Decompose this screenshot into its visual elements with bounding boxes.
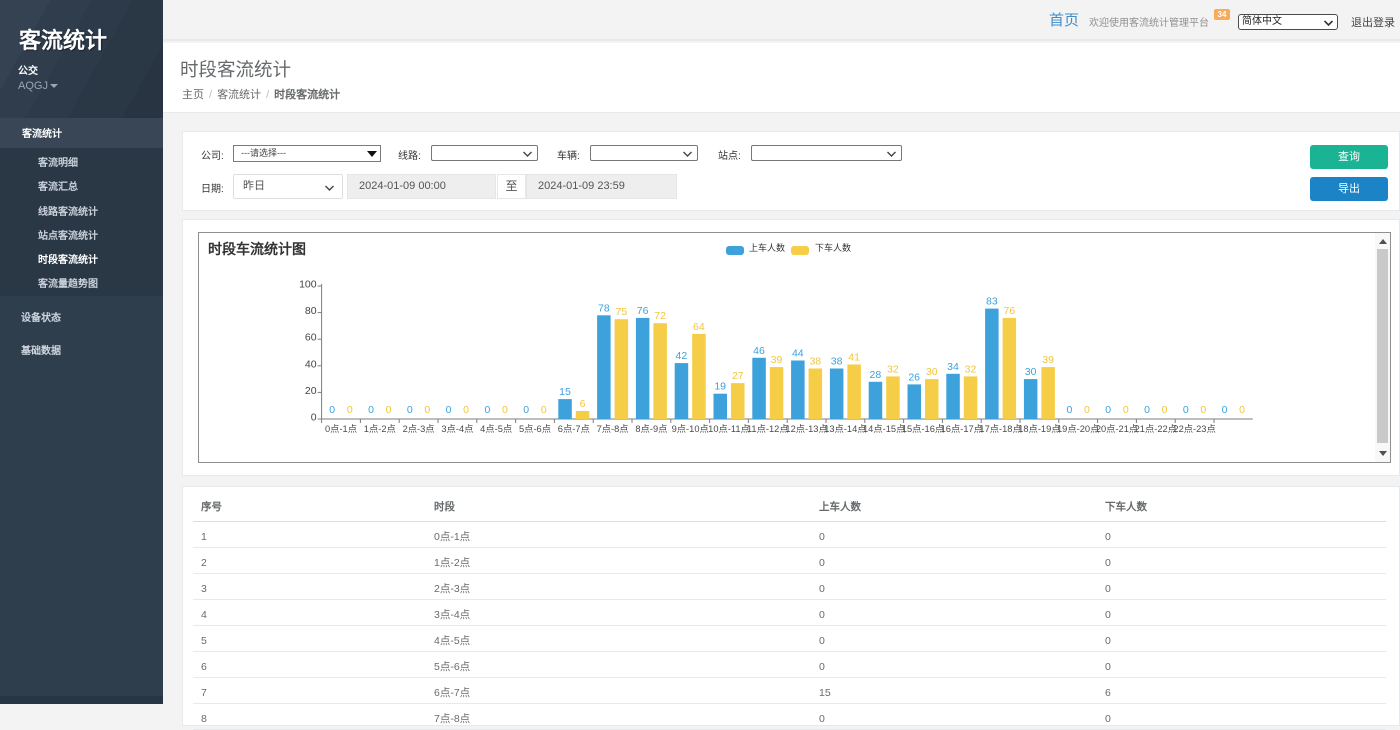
svg-text:39: 39 xyxy=(771,354,783,366)
svg-text:78: 78 xyxy=(598,302,610,314)
svg-text:13点-14点: 13点-14点 xyxy=(824,424,866,434)
svg-text:0: 0 xyxy=(1162,404,1168,416)
svg-text:0: 0 xyxy=(1222,404,1228,416)
svg-text:83: 83 xyxy=(986,296,998,308)
svg-text:15: 15 xyxy=(559,386,571,398)
svg-text:0: 0 xyxy=(1084,404,1090,416)
svg-text:19点-20点: 19点-20点 xyxy=(1057,424,1099,434)
svg-text:100: 100 xyxy=(299,279,317,291)
svg-text:16点-17点: 16点-17点 xyxy=(941,424,983,434)
svg-text:0: 0 xyxy=(1200,404,1206,416)
svg-text:20点-21点: 20点-21点 xyxy=(1096,424,1138,434)
svg-text:19: 19 xyxy=(714,381,726,393)
svg-text:41: 41 xyxy=(848,352,860,364)
svg-text:20: 20 xyxy=(305,385,317,397)
svg-text:0: 0 xyxy=(311,412,317,424)
svg-text:0: 0 xyxy=(1183,404,1189,416)
svg-text:26: 26 xyxy=(908,371,920,383)
svg-text:0: 0 xyxy=(502,404,508,416)
svg-text:7点-8点: 7点-8点 xyxy=(597,424,629,434)
svg-text:12点-13点: 12点-13点 xyxy=(785,424,827,434)
svg-text:39: 39 xyxy=(1042,354,1054,366)
svg-text:0: 0 xyxy=(541,404,547,416)
svg-text:10点-11点: 10点-11点 xyxy=(708,424,750,434)
svg-text:5点-6点: 5点-6点 xyxy=(519,424,551,434)
svg-text:80: 80 xyxy=(305,305,317,317)
svg-text:76: 76 xyxy=(1004,305,1016,317)
svg-text:6点-7点: 6点-7点 xyxy=(558,424,590,434)
svg-text:9点-10点: 9点-10点 xyxy=(672,424,709,434)
svg-text:0: 0 xyxy=(1239,404,1245,416)
svg-text:0: 0 xyxy=(463,404,469,416)
svg-text:38: 38 xyxy=(809,356,821,368)
svg-text:0: 0 xyxy=(407,404,413,416)
svg-text:38: 38 xyxy=(831,356,843,368)
svg-text:76: 76 xyxy=(637,305,649,317)
svg-text:17点-18点: 17点-18点 xyxy=(979,424,1021,434)
svg-text:0点-1点: 0点-1点 xyxy=(325,424,357,434)
svg-text:0: 0 xyxy=(1105,404,1111,416)
svg-text:14点-15点: 14点-15点 xyxy=(863,424,905,434)
svg-text:0: 0 xyxy=(484,404,490,416)
svg-text:2点-3点: 2点-3点 xyxy=(403,424,435,434)
svg-text:46: 46 xyxy=(753,345,765,357)
svg-text:21点-22点: 21点-22点 xyxy=(1135,424,1177,434)
svg-text:0: 0 xyxy=(523,404,529,416)
svg-text:3点-4点: 3点-4点 xyxy=(441,424,473,434)
svg-text:6: 6 xyxy=(580,398,586,410)
svg-text:60: 60 xyxy=(305,332,317,344)
svg-text:0: 0 xyxy=(386,404,392,416)
svg-text:11点-12点: 11点-12点 xyxy=(747,424,789,434)
svg-text:1点-2点: 1点-2点 xyxy=(364,424,396,434)
svg-text:30: 30 xyxy=(926,366,938,378)
svg-text:40: 40 xyxy=(305,358,317,370)
svg-text:64: 64 xyxy=(693,321,705,333)
svg-text:75: 75 xyxy=(616,306,628,318)
svg-text:0: 0 xyxy=(1066,404,1072,416)
svg-text:18点-19点: 18点-19点 xyxy=(1018,424,1060,434)
svg-text:0: 0 xyxy=(1123,404,1129,416)
svg-text:28: 28 xyxy=(870,369,882,381)
svg-text:0: 0 xyxy=(1144,404,1150,416)
svg-text:34: 34 xyxy=(947,361,959,373)
svg-text:15点-16点: 15点-16点 xyxy=(902,424,944,434)
svg-text:72: 72 xyxy=(654,310,666,322)
svg-text:42: 42 xyxy=(676,350,688,362)
svg-text:0: 0 xyxy=(347,404,353,416)
svg-text:27: 27 xyxy=(732,370,744,382)
svg-text:0: 0 xyxy=(446,404,452,416)
svg-text:32: 32 xyxy=(965,363,977,375)
svg-text:4点-5点: 4点-5点 xyxy=(480,424,512,434)
svg-text:44: 44 xyxy=(792,348,804,360)
svg-text:8点-9点: 8点-9点 xyxy=(635,424,667,434)
svg-text:0: 0 xyxy=(329,404,335,416)
svg-text:30: 30 xyxy=(1025,366,1037,378)
svg-text:0: 0 xyxy=(424,404,430,416)
svg-text:0: 0 xyxy=(368,404,374,416)
svg-text:32: 32 xyxy=(887,363,899,375)
svg-text:22点-23点: 22点-23点 xyxy=(1173,424,1215,434)
